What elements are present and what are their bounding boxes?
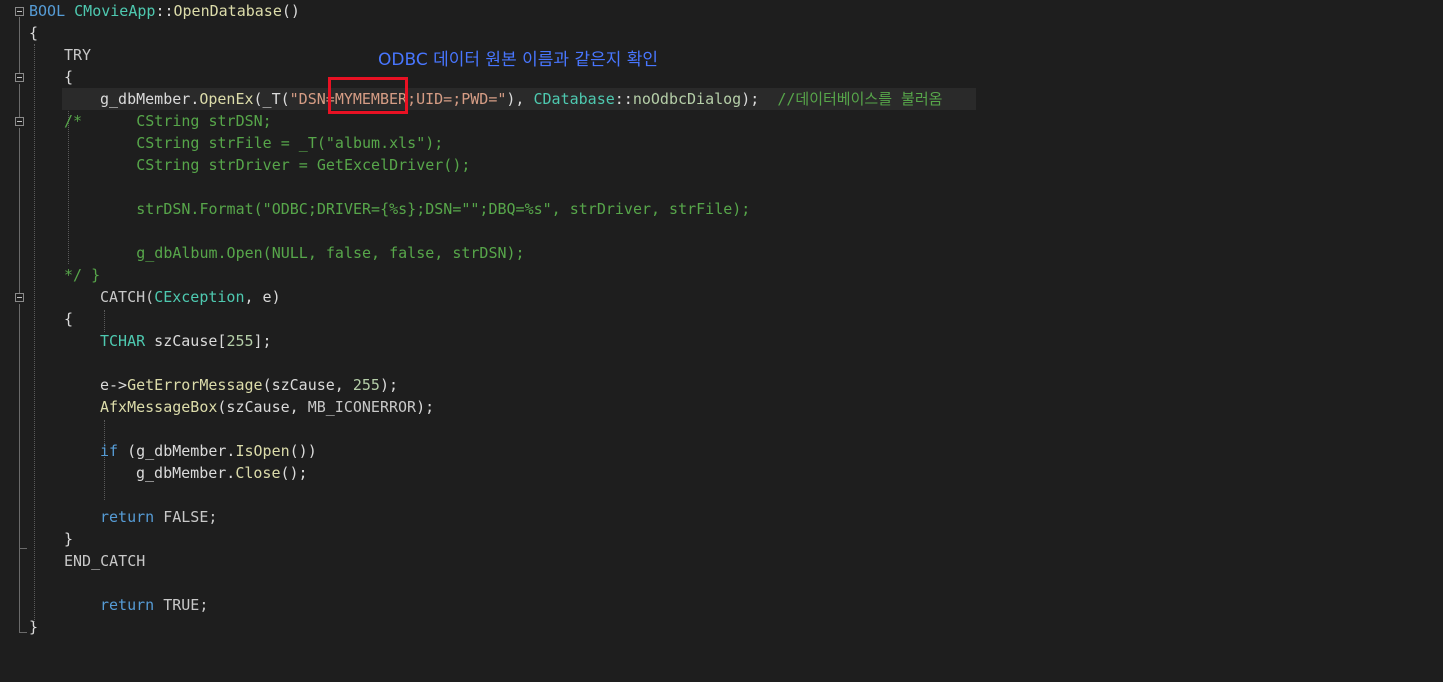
code-line[interactable]: TRY <box>0 44 1443 66</box>
code-token: IsOpen <box>235 442 290 460</box>
code-line[interactable]: { <box>0 66 1443 88</box>
code-token: noOdbcDialog <box>632 90 742 108</box>
code-line[interactable]: AfxMessageBox(szCause, MB_ICONERROR); <box>0 396 1443 418</box>
code-comment: CString strFile = _T("album.xls"); <box>64 134 444 152</box>
code-line[interactable]: return TRUE; <box>0 594 1443 616</box>
code-token: ); <box>416 398 435 416</box>
code-line[interactable]: if (g_dbMember.IsOpen()) <box>0 440 1443 462</box>
code-token: ); <box>741 90 778 108</box>
code-line[interactable]: /* CString strDSN; <box>0 110 1443 132</box>
code-token: ), <box>506 90 534 108</box>
code-token: g_dbMember <box>100 90 191 108</box>
code-comment: g_dbAlbum.Open(NULL, false, false, strDS… <box>64 244 525 262</box>
code-token: szCause[ <box>145 332 227 350</box>
code-token: (g_dbMember. <box>118 442 236 460</box>
code-comment: strDSN.Format("ODBC;DRIVER={%s};DSN="";D… <box>64 200 751 218</box>
code-line[interactable]: g_dbMember.Close(); <box>0 462 1443 484</box>
code-line-current[interactable]: g_dbMember.OpenEx(_T("DSN=MYMEMBER;UID=;… <box>0 88 1443 110</box>
code-line[interactable]: { <box>0 308 1443 330</box>
code-token: OpenEx <box>199 90 254 108</box>
code-token: () <box>281 2 300 20</box>
code-editor[interactable]: BOOL CMovieApp::OpenDatabase() { TRY { g… <box>0 0 1443 643</box>
code-token: (szCause, <box>217 398 308 416</box>
code-token: , e) <box>244 288 281 306</box>
code-token: AfxMessageBox <box>100 398 218 416</box>
annotation-text: ODBC 데이터 원본 이름과 같은지 확인 <box>378 50 659 70</box>
code-token: } <box>64 530 74 548</box>
code-token: TRY <box>64 46 92 64</box>
code-token: MB_ICONERROR <box>307 398 417 416</box>
highlight-box <box>328 77 408 114</box>
code-token: TRUE; <box>154 596 209 614</box>
code-comment: */ } <box>64 266 101 284</box>
code-token: . <box>190 90 200 108</box>
code-comment: /* CString strDSN; <box>64 112 272 130</box>
code-line[interactable]: e->GetErrorMessage(szCause, 255); <box>0 374 1443 396</box>
code-token: { <box>64 310 74 328</box>
code-comment: CString strDriver = GetExcelDriver(); <box>64 156 471 174</box>
code-token: ()) <box>289 442 317 460</box>
code-token: FALSE; <box>154 508 218 526</box>
code-token: (_T( <box>253 90 290 108</box>
code-token: ]; <box>253 332 272 350</box>
code-token: { <box>64 68 74 86</box>
code-line[interactable]: */ } <box>0 264 1443 286</box>
code-token: (szCause, <box>262 376 353 394</box>
code-line[interactable]: { <box>0 22 1443 44</box>
code-token: CMovieApp <box>74 2 156 20</box>
code-token: e-> <box>100 376 128 394</box>
code-token: CException <box>154 288 245 306</box>
code-token: Close <box>235 464 281 482</box>
code-line[interactable]: } <box>0 528 1443 550</box>
code-token: CATCH( <box>100 288 155 306</box>
code-token: END_CATCH <box>64 552 146 570</box>
code-line[interactable]: CString strDriver = GetExcelDriver(); <box>0 154 1443 176</box>
code-token: ;UID=;PWD=" <box>407 90 507 108</box>
code-token: CDatabase <box>533 90 615 108</box>
code-token: } <box>29 618 39 636</box>
code-token: 255 <box>226 332 254 350</box>
code-token: if <box>100 442 119 460</box>
code-token: 255 <box>352 376 380 394</box>
code-token: OpenDatabase <box>173 2 282 20</box>
code-token: BOOL <box>29 2 75 20</box>
code-token: return <box>100 508 155 526</box>
code-comment: //데이터베이스를 불러옴 <box>777 90 943 108</box>
code-token: (); <box>280 464 308 482</box>
code-line[interactable]: CATCH(CException, e) <box>0 286 1443 308</box>
code-token: :: <box>155 2 174 20</box>
code-line[interactable]: } <box>0 616 1443 638</box>
code-line[interactable]: g_dbAlbum.Open(NULL, false, false, strDS… <box>0 242 1443 264</box>
code-line[interactable]: END_CATCH <box>0 550 1443 572</box>
code-token: TCHAR <box>100 332 146 350</box>
code-line[interactable]: CString strFile = _T("album.xls"); <box>0 132 1443 154</box>
code-line[interactable]: strDSN.Format("ODBC;DRIVER={%s};DSN="";D… <box>0 198 1443 220</box>
code-token: :: <box>614 90 633 108</box>
code-token: { <box>29 24 39 42</box>
code-token: ); <box>379 376 399 394</box>
code-line[interactable]: return FALSE; <box>0 506 1443 528</box>
code-token: GetErrorMessage <box>127 376 263 394</box>
code-line[interactable]: TCHAR szCause[255]; <box>0 330 1443 352</box>
code-line[interactable]: BOOL CMovieApp::OpenDatabase() <box>0 0 1443 22</box>
code-token: return <box>100 596 155 614</box>
code-token: g_dbMember. <box>136 464 236 482</box>
